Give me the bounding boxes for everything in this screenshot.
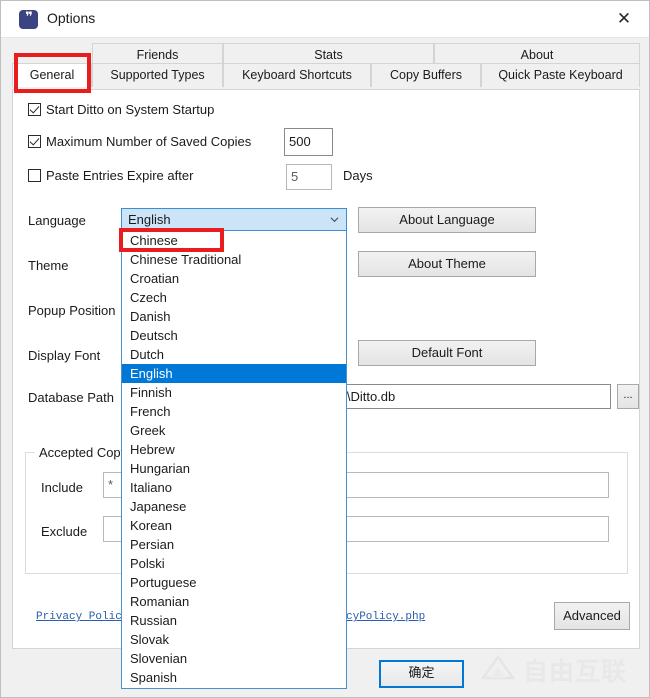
language-combobox[interactable]: English (121, 208, 347, 231)
language-option[interactable]: Hungarian (122, 459, 346, 478)
display-font-label: Display Font (28, 348, 101, 363)
tab-general[interactable]: General (12, 63, 92, 87)
max-saved-copies-label: Maximum Number of Saved Copies (46, 134, 252, 150)
max-saved-copies-input[interactable]: 500 (284, 128, 333, 156)
include-label: Include (41, 480, 83, 495)
language-option[interactable]: Chinese Traditional (122, 250, 346, 269)
database-path-input[interactable]: to\Ditto.db (331, 384, 611, 409)
language-option[interactable]: French (122, 402, 346, 421)
database-path-label: Database Path (28, 390, 115, 405)
language-option[interactable]: Spanish (122, 668, 346, 687)
language-option[interactable]: Deutsch (122, 326, 346, 345)
language-option[interactable]: Persian (122, 535, 346, 554)
expire-after-checkbox[interactable] (28, 169, 41, 183)
language-option[interactable]: Slovenian (122, 649, 346, 668)
chevron-down-icon (330, 217, 339, 223)
options-window: ❞ Options ✕ Friends Stats About General … (0, 0, 650, 698)
tab-keyboard-shortcuts[interactable]: Keyboard Shortcuts (223, 63, 371, 87)
browse-database-path-button[interactable]: ... (617, 384, 639, 409)
language-option[interactable]: Polski (122, 554, 346, 573)
popup-position-label: Popup Position (28, 303, 116, 318)
ditto-quote-icon: ❞ (19, 10, 38, 29)
tab-supported-types[interactable]: Supported Types (92, 63, 223, 87)
start-on-startup-label: Start Ditto on System Startup (46, 102, 215, 118)
language-option[interactable]: Slovak (122, 630, 346, 649)
about-theme-button[interactable]: About Theme (358, 251, 536, 277)
language-option[interactable]: English (122, 364, 346, 383)
language-option[interactable]: Romanian (122, 592, 346, 611)
max-saved-copies-row[interactable]: Maximum Number of Saved Copies (28, 134, 251, 152)
language-label: Language (28, 213, 86, 228)
start-on-startup-row[interactable]: Start Ditto on System Startup (28, 102, 214, 120)
language-option[interactable]: Chinese (122, 231, 346, 250)
language-option[interactable]: Russian (122, 611, 346, 630)
language-option[interactable]: Czech (122, 288, 346, 307)
language-option[interactable]: Dutch (122, 345, 346, 364)
language-option[interactable]: Japanese (122, 497, 346, 516)
advanced-button[interactable]: Advanced (554, 602, 630, 630)
expire-days-unit-label: Days (343, 168, 373, 183)
language-option[interactable]: Swedish (122, 687, 346, 688)
language-option[interactable]: Finnish (122, 383, 346, 402)
language-option[interactable]: Korean (122, 516, 346, 535)
exclude-label: Exclude (41, 524, 88, 539)
language-dropdown-list[interactable]: Chinese Chinese Traditional Croatian Czech D… (121, 231, 347, 689)
language-option[interactable]: Portuguese (122, 573, 346, 592)
ok-button[interactable]: 确定 (379, 660, 464, 688)
default-font-button[interactable]: Default Font (358, 340, 536, 366)
tab-strip: Friends Stats About General Supported Ty… (1, 38, 649, 88)
expire-days-input[interactable]: 5 (286, 164, 332, 190)
about-language-button[interactable]: About Language (358, 207, 536, 233)
close-icon[interactable]: ✕ (607, 5, 641, 33)
language-combobox-value: English (128, 212, 171, 227)
expire-after-row[interactable]: Paste Entries Expire after (28, 168, 193, 186)
language-option[interactable]: Italiano (122, 478, 346, 497)
theme-label: Theme (28, 258, 69, 273)
window-title: Options (47, 10, 96, 26)
tab-row-lower: General Supported Types Keyboard Shortcu… (12, 63, 640, 87)
language-option[interactable]: Croatian (122, 269, 346, 288)
language-option[interactable]: Greek (122, 421, 346, 440)
language-option[interactable]: Hebrew (122, 440, 346, 459)
language-option[interactable]: Danish (122, 307, 346, 326)
max-saved-copies-checkbox[interactable] (28, 135, 41, 149)
title-bar: ❞ Options ✕ (1, 1, 649, 38)
tab-quick-paste-keyboard[interactable]: Quick Paste Keyboard (481, 63, 640, 87)
expire-after-label: Paste Entries Expire after (46, 168, 194, 184)
start-on-startup-checkbox[interactable] (28, 103, 41, 117)
privacy-policy-link-right[interactable]: cyPolicy.php (346, 611, 425, 623)
tab-copy-buffers[interactable]: Copy Buffers (371, 63, 481, 87)
